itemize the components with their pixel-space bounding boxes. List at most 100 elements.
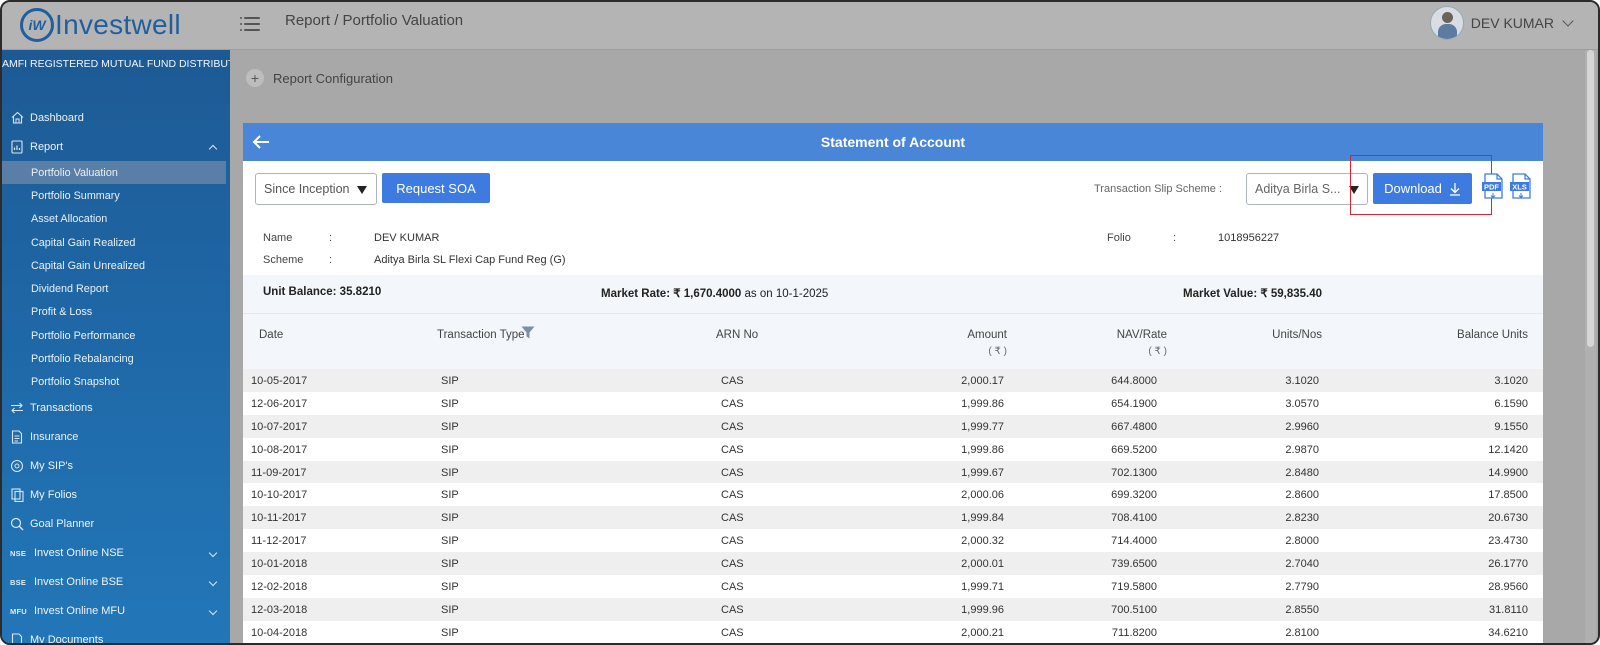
sidebar-item-label: Invest Online MFU	[34, 605, 126, 618]
cell-balance-units: 31.8110	[1489, 603, 1528, 616]
period-select[interactable]: Since Inception	[255, 173, 377, 205]
sidebar-item-my-folios[interactable]: My Folios	[2, 481, 230, 510]
sidebar-subitem-dividend-report[interactable]: Dividend Report	[2, 277, 230, 300]
cell-date: 10-07-2017	[251, 420, 308, 433]
cell-date: 12-06-2017	[251, 397, 308, 410]
col-units-nos[interactable]: Units/Nos	[1222, 329, 1322, 341]
report-configuration-label: Report Configuration	[273, 70, 393, 86]
cell-nav-rate: 739.6500	[1111, 558, 1157, 571]
chevron-up-icon	[208, 144, 218, 154]
cell-amount: 2,000.32	[961, 535, 1004, 548]
sidebar-subitem-profit-loss[interactable]: Profit & Loss	[2, 301, 230, 324]
sidebar-item-dashboard[interactable]: Dashboard	[2, 103, 230, 132]
table-row[interactable]: 10-01-2018 SIP CAS 2,000.01 739.6500 2.7040 26…	[243, 552, 1543, 576]
sidebar-subitem-portfolio-valuation[interactable]: Portfolio Valuation	[2, 161, 226, 185]
unit-balance: Unit Balance: 35.8210	[263, 286, 382, 298]
sidebar-item-report[interactable]: Report	[2, 132, 230, 161]
scheme-select[interactable]: Aditya Birla S...	[1246, 173, 1368, 205]
cell-amount: 2,000.21	[961, 626, 1004, 639]
table-row[interactable]: 10-07-2017 SIP CAS 1,999.77 667.4800 2.9960 9.…	[243, 414, 1543, 438]
sidebar-subitem-portfolio-rebalancing[interactable]: Portfolio Rebalancing	[2, 347, 230, 370]
cell-units: 3.1020	[1285, 375, 1319, 387]
cell-transaction-type: SIP	[441, 535, 459, 548]
table-row[interactable]: 10-04-2018 SIP CAS 2,000.21 711.8200 2.8100 34…	[243, 620, 1543, 643]
cell-nav-rate: 702.1300	[1111, 466, 1157, 479]
cell-units: 2.7790	[1285, 581, 1319, 594]
table-row[interactable]: 10-11-2017 SIP CAS 1,999.84 708.4100 2.8230 20…	[243, 506, 1543, 530]
cell-balance-units: 23.4730	[1488, 535, 1528, 548]
table-row[interactable]: 12-06-2017 SIP CAS 1,999.86 654.1900 3.0570 6.…	[243, 391, 1543, 415]
col-transaction-type[interactable]: Transaction Type	[437, 329, 525, 341]
cell-balance-units: 6.1590	[1494, 397, 1528, 410]
cell-date: 10-10-2017	[251, 489, 308, 502]
col-nav-rate[interactable]: NAV/Rate	[1067, 329, 1167, 341]
menu-toggle-icon[interactable]	[240, 13, 262, 35]
col-balance-units[interactable]: Balance Units	[1428, 329, 1528, 341]
sidebar-item-label: Insurance	[30, 431, 79, 444]
sidebar-subitem-portfolio-snapshot[interactable]: Portfolio Snapshot	[2, 371, 230, 394]
cell-nav-rate: 719.5800	[1111, 581, 1157, 594]
brand-mark-icon: iW	[20, 8, 54, 42]
pdf-icon[interactable]: PDF	[1482, 173, 1504, 199]
sidebar-subitem-capital-gain-realized[interactable]: Capital Gain Realized	[2, 231, 230, 254]
cell-date: 10-04-2018	[251, 626, 308, 639]
scrollbar-thumb[interactable]	[1587, 50, 1594, 347]
table-row[interactable]: 12-03-2018 SIP CAS 1,999.96 700.5100 2.8550 31…	[243, 597, 1543, 621]
report-configuration-toggle[interactable]: + Report Configuration	[246, 69, 393, 87]
col-date[interactable]: Date	[259, 329, 283, 341]
xls-icon[interactable]: XLS	[1510, 173, 1532, 199]
sidebar-item-goal-planner[interactable]: Goal Planner	[2, 510, 230, 539]
cell-transaction-type: SIP	[441, 375, 459, 387]
cell-arn-no: CAS	[721, 420, 744, 433]
cell-arn-no: CAS	[721, 375, 744, 387]
cell-balance-units: 34.6210	[1488, 626, 1528, 639]
table-header: Date Transaction Type ARN No Amount ( ₹ …	[243, 313, 1543, 369]
cell-date: 10-08-2017	[251, 443, 308, 456]
sidebar-item-insurance[interactable]: Insurance	[2, 423, 230, 452]
table-row[interactable]: 11-09-2017 SIP CAS 1,999.67 702.1300 2.8480 14…	[243, 460, 1543, 484]
market-value-amount: ₹ 59,835.40	[1260, 288, 1323, 300]
sidebar-subitem-portfolio-summary[interactable]: Portfolio Summary	[2, 184, 230, 207]
name-colon: :	[329, 232, 333, 244]
summary-band	[243, 275, 1543, 313]
sidebar-item-invest-online-bse[interactable]: BSE Invest Online BSE	[2, 568, 230, 597]
sidebar-item-my-documents[interactable]: My Documents	[2, 626, 230, 643]
download-button[interactable]: Download	[1373, 173, 1472, 204]
sidebar: AMFI REGISTERED MUTUAL FUND DISTRIBUTOR …	[2, 50, 230, 643]
table-row[interactable]: 12-02-2018 SIP CAS 1,999.71 719.5800 2.7790 28…	[243, 575, 1543, 598]
col-arn-no[interactable]: ARN No	[716, 329, 758, 341]
sidebar-subitem-portfolio-performance[interactable]: Portfolio Performance	[2, 324, 230, 347]
cell-nav-rate: 708.4100	[1111, 512, 1157, 525]
table-row[interactable]: 10-10-2017 SIP CAS 2,000.06 699.3200 2.8600 17…	[243, 483, 1543, 507]
table-row[interactable]: 10-08-2017 SIP CAS 1,999.86 669.5200 2.9870 12…	[243, 437, 1543, 461]
statement-controls: Since Inception Request SOA Transaction …	[243, 155, 1543, 217]
sidebar-item-invest-online-nse[interactable]: NSE Invest Online NSE	[2, 539, 230, 568]
cell-amount: 2,000.17	[961, 375, 1004, 387]
cell-transaction-type: SIP	[441, 443, 459, 456]
brand-logo[interactable]: iW Investwell	[20, 7, 181, 43]
cell-amount: 1,999.86	[961, 443, 1004, 456]
cell-units: 2.8550	[1285, 603, 1319, 616]
sidebar-subitem-capital-gain-unrealized[interactable]: Capital Gain Unrealized	[2, 254, 230, 277]
cell-balance-units: 14.9900	[1488, 466, 1528, 479]
cell-amount: 2,000.01	[961, 558, 1004, 571]
sidebar-item-invest-online-mfu[interactable]: MFU Invest Online MFU	[2, 597, 230, 626]
page-scrollbar[interactable]	[1585, 50, 1596, 643]
sidebar-item-my-sips[interactable]: My SIP's	[2, 452, 230, 481]
scheme-name: Aditya Birla SL Flexi Cap Fund Reg (G)	[374, 254, 566, 266]
cell-arn-no: CAS	[721, 443, 744, 456]
filter-icon[interactable]	[521, 326, 535, 339]
documents-icon	[10, 633, 24, 643]
table-row[interactable]: 10-05-2017 SIP CAS 2,000.17 644.8000 3.1020 3.…	[243, 369, 1543, 392]
document-icon	[10, 430, 24, 445]
cell-transaction-type: SIP	[441, 558, 459, 571]
request-soa-button[interactable]: Request SOA	[382, 173, 490, 203]
cell-amount: 1,999.67	[961, 466, 1004, 479]
chevron-down-icon	[1562, 14, 1574, 27]
sidebar-item-transactions[interactable]: Transactions	[2, 394, 230, 423]
table-row[interactable]: 11-12-2017 SIP CAS 2,000.32 714.4000 2.8000 23…	[243, 529, 1543, 553]
user-menu[interactable]: DEV KUMAR	[1429, 6, 1574, 40]
cell-units: 2.7040	[1285, 558, 1319, 571]
col-amount[interactable]: Amount	[907, 329, 1007, 341]
sidebar-subitem-asset-allocation[interactable]: Asset Allocation	[2, 208, 230, 231]
